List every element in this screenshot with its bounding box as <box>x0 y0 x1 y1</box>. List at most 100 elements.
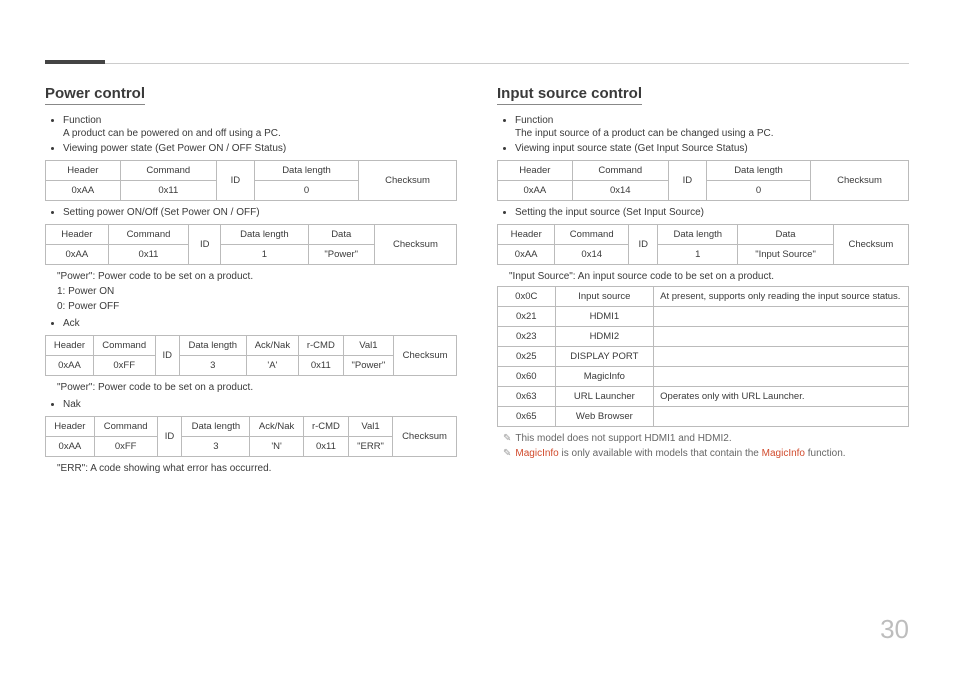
th: Header <box>498 161 573 181</box>
code-cell: 0x23 <box>498 327 556 347</box>
td: 3 <box>182 437 250 457</box>
th: Data length <box>706 161 810 181</box>
code-cell: 0x63 <box>498 387 556 407</box>
th: Data length <box>179 336 246 356</box>
input-get-table: Header Command ID Data length Checksum 0… <box>497 160 909 201</box>
td: 0 <box>254 181 358 201</box>
th: Checksum <box>359 161 457 201</box>
td: 1 <box>658 245 738 265</box>
table-row: 0x65Web Browser <box>498 407 909 427</box>
power-control-heading: Power control <box>45 85 145 105</box>
power-ack-table: Header Command ID Data length Ack/Nak r-… <box>45 335 457 376</box>
columns: Power control Function A product can be … <box>45 85 909 478</box>
th: Command <box>94 417 157 437</box>
desc-cell <box>654 367 909 387</box>
th: Checksum <box>394 336 457 376</box>
name-cell: URL Launcher <box>555 387 654 407</box>
th: Command <box>555 225 629 245</box>
td: 'A' <box>246 356 298 376</box>
td: 0x11 <box>108 245 189 265</box>
td: 0xAA <box>498 245 555 265</box>
code-cell: 0x60 <box>498 367 556 387</box>
magicinfo-hl: MagicInfo <box>515 448 558 459</box>
th: Command <box>108 225 189 245</box>
power-get-table: Header Command ID Data length Checksum 0… <box>45 160 457 201</box>
power-function-desc: A product can be powered on and off usin… <box>63 128 457 139</box>
th: ID <box>155 336 179 376</box>
th: Data length <box>182 417 250 437</box>
footnote-1-text: This model does not support HDMI1 and HD… <box>515 433 731 444</box>
th: Data length <box>221 225 308 245</box>
td: 0x11 <box>120 181 216 201</box>
th: r-CMD <box>303 417 348 437</box>
th: Header <box>498 225 555 245</box>
td: 0x11 <box>303 437 348 457</box>
name-cell: HDMI1 <box>555 307 654 327</box>
name-cell: Web Browser <box>555 407 654 427</box>
ack-list: Ack <box>45 318 457 329</box>
td: 0xAA <box>46 437 95 457</box>
td: 'N' <box>250 437 303 457</box>
th: ID <box>189 225 221 265</box>
code-cell: 0x0C <box>498 287 556 307</box>
power-nak-table: Header Command ID Data length Ack/Nak r-… <box>45 416 457 457</box>
power-set-list: Setting power ON/Off (Set Power ON / OFF… <box>45 207 457 218</box>
page-number: 30 <box>880 614 909 645</box>
desc-cell: At present, supports only reading the in… <box>654 287 909 307</box>
input-list: Function The input source of a product c… <box>497 115 909 154</box>
td: 0x11 <box>299 356 343 376</box>
table-row: 0x60MagicInfo <box>498 367 909 387</box>
table-row: 0x25DISPLAY PORT <box>498 347 909 367</box>
th: Checksum <box>833 225 908 265</box>
td: "Input Source" <box>738 245 834 265</box>
th: ID <box>668 161 706 201</box>
footnote-2-text-b: is only available with models that conta… <box>559 448 762 459</box>
code-cell: 0x65 <box>498 407 556 427</box>
th: Val1 <box>343 336 394 356</box>
pencil-icon: ✎ <box>503 433 511 444</box>
magicinfo-hl: MagicInfo <box>762 448 805 459</box>
th: ID <box>216 161 254 201</box>
input-note-1: "Input Source": An input source code to … <box>509 271 909 282</box>
nak-item: Nak <box>63 399 457 410</box>
power-note-2: 1: Power ON <box>57 286 457 297</box>
power-set-table: Header Command ID Data length Data Check… <box>45 224 457 265</box>
th: r-CMD <box>299 336 343 356</box>
power-note-5: "ERR": A code showing what error has occ… <box>57 463 457 474</box>
name-cell: DISPLAY PORT <box>555 347 654 367</box>
nak-list: Nak <box>45 399 457 410</box>
th: Data length <box>658 225 738 245</box>
section-stub <box>45 60 105 64</box>
th: Command <box>572 161 668 181</box>
desc-cell <box>654 347 909 367</box>
desc-cell <box>654 327 909 347</box>
td: 0xAA <box>498 181 573 201</box>
td: 0 <box>706 181 810 201</box>
ack-item: Ack <box>63 318 457 329</box>
input-function-label: Function <box>515 115 553 126</box>
code-cell: 0x25 <box>498 347 556 367</box>
table-row: 0x63URL LauncherOperates only with URL L… <box>498 387 909 407</box>
power-view-item: Viewing power state (Get Power ON / OFF … <box>63 143 457 154</box>
th: Command <box>120 161 216 181</box>
power-note-1: "Power": Power code to be set on a produ… <box>57 271 457 282</box>
td: 0x14 <box>555 245 629 265</box>
table-row: 0x0CInput sourceAt present, supports onl… <box>498 287 909 307</box>
th: Data <box>738 225 834 245</box>
footnote-1: ✎ This model does not support HDMI1 and H… <box>503 433 909 444</box>
power-function-item: Function A product can be powered on and… <box>63 115 457 139</box>
th: ID <box>157 417 182 457</box>
name-cell: HDMI2 <box>555 327 654 347</box>
td: 0x14 <box>572 181 668 201</box>
power-function-label: Function <box>63 115 101 126</box>
th: Header <box>46 161 121 181</box>
input-view-item: Viewing input source state (Get Input So… <box>515 143 909 154</box>
pencil-icon: ✎ <box>503 448 511 459</box>
th: Header <box>46 225 109 245</box>
table-row: 0x21HDMI1 <box>498 307 909 327</box>
th: Ack/Nak <box>246 336 298 356</box>
input-set-table: Header Command ID Data length Data Check… <box>497 224 909 265</box>
td: 0xAA <box>46 356 94 376</box>
input-codes-table: 0x0CInput sourceAt present, supports onl… <box>497 286 909 427</box>
td: "ERR" <box>349 437 393 457</box>
